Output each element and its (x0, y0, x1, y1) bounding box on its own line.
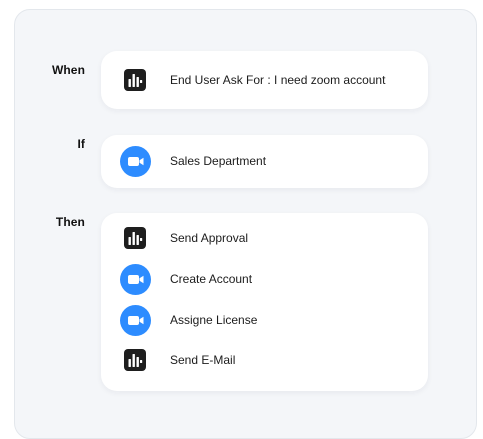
then-step[interactable]: Create Account (119, 263, 252, 295)
report-app-icon (119, 222, 151, 254)
if-label: If (77, 137, 85, 151)
then-step-text: Create Account (170, 272, 253, 286)
then-card: Send Approval Create Account Assigne Lic… (101, 213, 428, 391)
report-app-icon (119, 64, 151, 96)
then-label: Then (55, 215, 85, 229)
then-step-text: Send Approval (170, 231, 249, 245)
then-step[interactable]: Send E-Mail (119, 344, 235, 376)
then-step-text: Assigne License (170, 313, 258, 327)
report-app-icon (119, 344, 151, 376)
then-step-text: Send E-Mail (170, 353, 236, 367)
when-card[interactable]: End User Ask For : I need zoom account (101, 51, 428, 109)
when-label: When (51, 63, 85, 77)
zoom-camera-icon (119, 145, 151, 177)
when-trigger[interactable]: End User Ask For : I need zoom account (119, 64, 385, 96)
then-step[interactable]: Send Approval (119, 222, 248, 254)
then-step[interactable]: Assigne License (119, 304, 257, 336)
if-condition-text: Sales Department (170, 154, 267, 168)
zoom-camera-icon (119, 304, 151, 336)
if-condition[interactable]: Sales Department (119, 145, 266, 177)
when-trigger-text: End User Ask For : I need zoom account (170, 73, 386, 87)
zoom-camera-icon (119, 263, 151, 295)
if-card[interactable]: Sales Department (101, 135, 428, 188)
